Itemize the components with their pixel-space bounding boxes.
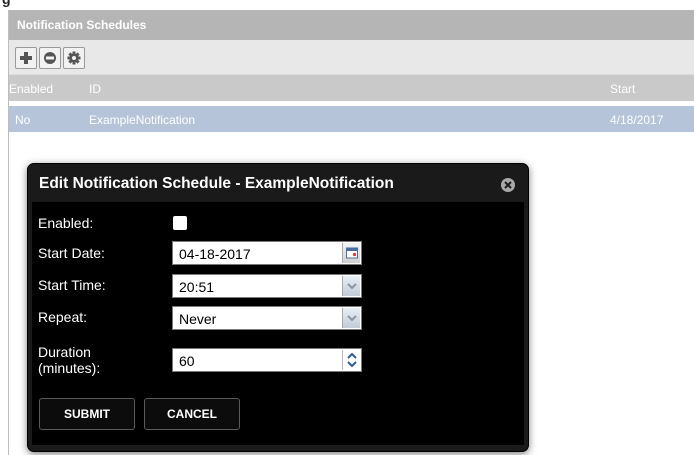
column-id[interactable]: ID	[89, 82, 101, 96]
dialog-body: Enabled: Start Date: 04-18-2017 Start Ti…	[32, 202, 524, 445]
plus-icon	[20, 52, 32, 64]
cell-id: ExampleNotification	[89, 113, 196, 127]
add-button[interactable]	[15, 47, 37, 69]
partial-heading: g	[0, 0, 694, 10]
repeat-dropdown[interactable]	[342, 308, 360, 328]
start-date-label: Start Date:	[38, 245, 105, 261]
column-enabled[interactable]: Enabled	[9, 82, 53, 96]
start-time-dropdown[interactable]	[342, 276, 360, 296]
duration-input[interactable]: 60	[172, 348, 362, 372]
duration-value: 60	[179, 353, 195, 369]
remove-button[interactable]	[39, 47, 61, 69]
panel-header: Notification Schedules	[9, 10, 694, 40]
start-date-value: 04-18-2017	[179, 246, 251, 262]
start-time-label: Start Time:	[38, 277, 106, 293]
start-date-field[interactable]: 04-18-2017	[172, 241, 362, 265]
column-start[interactable]: Start	[610, 82, 635, 96]
cell-enabled: No	[15, 113, 31, 127]
spinner-up-icon[interactable]	[346, 351, 358, 360]
settings-button[interactable]	[63, 47, 85, 69]
close-button[interactable]	[500, 177, 516, 193]
edit-notification-dialog: Edit Notification Schedule - ExampleNoti…	[27, 163, 529, 452]
duration-label-line2: (minutes):	[38, 360, 101, 376]
repeat-select[interactable]: Never	[172, 306, 362, 330]
repeat-label: Repeat:	[38, 309, 88, 325]
enabled-label: Enabled:	[38, 215, 94, 231]
table-header: Enabled ID Start	[9, 74, 694, 101]
duration-label-line1: Duration	[38, 344, 91, 360]
dialog-title: Edit Notification Schedule - ExampleNoti…	[39, 175, 394, 192]
repeat-value: Never	[179, 311, 217, 327]
submit-button[interactable]: SUBMIT	[39, 398, 135, 430]
panel-title: Notification Schedules	[17, 18, 147, 32]
start-time-value: 20:51	[179, 279, 215, 295]
close-icon	[501, 178, 515, 192]
duration-label: Duration (minutes):	[38, 344, 100, 376]
chevron-down-icon	[347, 283, 357, 290]
chevron-down-icon	[347, 315, 357, 322]
partial-heading-text: g	[2, 0, 11, 7]
spinner-down-icon[interactable]	[346, 360, 358, 369]
start-time-select[interactable]: 20:51	[172, 274, 362, 298]
toolbar	[9, 40, 694, 74]
calendar-icon	[346, 247, 358, 259]
cell-start: 4/18/2017	[610, 113, 664, 127]
cancel-button[interactable]: CANCEL	[144, 398, 240, 430]
gear-icon	[67, 51, 81, 65]
table-row[interactable]: No ExampleNotification 4/18/2017	[9, 106, 694, 132]
minus-circle-icon	[44, 52, 56, 64]
duration-spinner[interactable]	[342, 350, 360, 370]
date-picker-button[interactable]	[342, 243, 360, 263]
enabled-checkbox[interactable]	[173, 216, 187, 230]
